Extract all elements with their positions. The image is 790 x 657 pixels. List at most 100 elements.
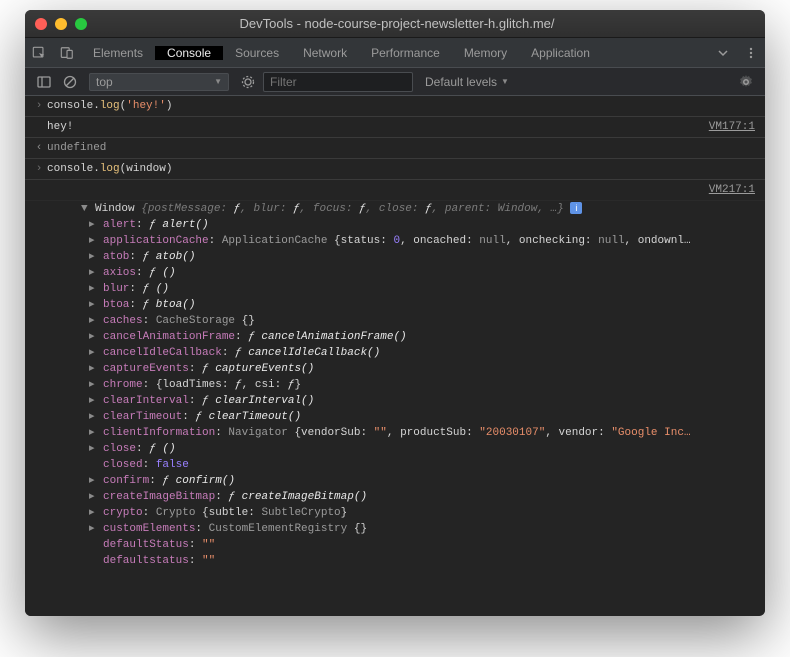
object-property-row[interactable]: ▸ applicationCache: ApplicationCache {st… [25, 233, 765, 249]
source-link[interactable]: VM217:1 [709, 182, 755, 198]
filter-input[interactable] [263, 72, 413, 92]
console-return-row: ‹ undefined [25, 138, 765, 159]
object-property-row[interactable]: closed: false [25, 457, 765, 473]
property-key: defaultStatus [103, 539, 189, 551]
disclosure-triangle-icon[interactable]: ▸ [89, 521, 99, 537]
console-settings-icon[interactable] [735, 71, 757, 93]
disclosure-triangle-icon[interactable]: ▸ [89, 217, 99, 233]
property-value: ƒ atob() [143, 251, 196, 263]
object-property-row[interactable]: ▸ customElements: CustomElementRegistry … [25, 521, 765, 537]
property-key: confirm [103, 475, 149, 487]
object-property-row[interactable]: ▸ blur: ƒ () [25, 281, 765, 297]
object-property-row[interactable]: defaultStatus: "" [25, 537, 765, 553]
live-expression-icon[interactable] [237, 71, 259, 93]
property-value: ƒ () [149, 267, 175, 279]
property-key: clearTimeout [103, 411, 182, 423]
object-property-row[interactable]: defaultstatus: "" [25, 553, 765, 569]
property-value: false [156, 459, 189, 471]
inspect-element-icon[interactable] [25, 38, 53, 67]
object-property-row[interactable]: ▸ cancelIdleCallback: ƒ cancelIdleCallba… [25, 345, 765, 361]
disclosure-triangle-icon[interactable]: ▸ [89, 473, 99, 489]
tab-network[interactable]: Network [291, 46, 359, 60]
tab-performance[interactable]: Performance [359, 46, 452, 60]
more-tabs-button[interactable] [709, 38, 737, 67]
property-key: chrome [103, 379, 143, 391]
kebab-menu-icon[interactable] [737, 38, 765, 67]
disclosure-triangle-icon[interactable]: ▸ [89, 281, 99, 297]
object-property-row[interactable]: ▸ axios: ƒ () [25, 265, 765, 281]
property-value: "" [202, 555, 215, 567]
property-key: btoa [103, 299, 129, 311]
disclosure-triangle-icon[interactable]: ▸ [89, 233, 99, 249]
object-property-row[interactable]: ▸ clearInterval: ƒ clearInterval() [25, 393, 765, 409]
disclosure-triangle-icon[interactable]: ▸ [89, 425, 99, 441]
object-property-row[interactable]: ▸ clientInformation: Navigator {vendorSu… [25, 425, 765, 441]
property-value: ƒ () [149, 443, 175, 455]
object-property-row[interactable]: ▸ close: ƒ () [25, 441, 765, 457]
disclosure-triangle-icon[interactable]: ▸ [89, 297, 99, 313]
tab-sources[interactable]: Sources [223, 46, 291, 60]
property-key: clearInterval [103, 395, 189, 407]
disclosure-triangle-icon[interactable]: ▸ [89, 265, 99, 281]
tab-console[interactable]: Console [155, 46, 223, 60]
object-property-row[interactable]: ▸ caches: CacheStorage {} [25, 313, 765, 329]
property-value: ƒ cancelIdleCallback() [235, 347, 380, 359]
property-key: clientInformation [103, 427, 215, 439]
object-property-row[interactable]: ▸ confirm: ƒ confirm() [25, 473, 765, 489]
disclosure-triangle-icon[interactable]: ▸ [89, 393, 99, 409]
object-property-row[interactable]: ▸ chrome: {loadTimes: ƒ, csi: ƒ} [25, 377, 765, 393]
property-value: ƒ clearInterval() [202, 395, 314, 407]
object-property-row[interactable]: ▸ captureEvents: ƒ captureEvents() [25, 361, 765, 377]
console-output: › console.log('hey!') hey! VM177:1 ‹ und… [25, 96, 765, 616]
disclosure-triangle-open-icon[interactable]: ▼ [81, 201, 91, 217]
clear-console-icon[interactable] [59, 71, 81, 93]
source-link[interactable]: VM177:1 [709, 119, 755, 135]
property-value: ƒ captureEvents() [202, 363, 314, 375]
disclosure-triangle-icon[interactable]: ▸ [89, 409, 99, 425]
device-toolbar-icon[interactable] [53, 38, 81, 67]
minimize-window-button[interactable] [55, 18, 67, 30]
object-property-row[interactable]: ▸ alert: ƒ alert() [25, 217, 765, 233]
object-property-row[interactable]: ▸ btoa: ƒ btoa() [25, 297, 765, 313]
log-levels-dropdown[interactable]: Default levels ▼ [425, 75, 509, 89]
property-key: customElements [103, 523, 195, 535]
console-input-row[interactable]: › console.log(window) [25, 159, 765, 180]
close-window-button[interactable] [35, 18, 47, 30]
property-value: {loadTimes: ƒ, csi: ƒ} [156, 379, 301, 391]
disclosure-triangle-icon[interactable]: ▸ [89, 441, 99, 457]
execution-context-selector[interactable]: top ▼ [89, 73, 229, 91]
disclosure-triangle-icon[interactable]: ▸ [89, 329, 99, 345]
property-value: ƒ btoa() [143, 299, 196, 311]
property-key: cancelAnimationFrame [103, 331, 235, 343]
property-value: ƒ createImageBitmap() [228, 491, 367, 503]
tab-elements[interactable]: Elements [81, 46, 155, 60]
disclosure-triangle-icon[interactable]: ▸ [89, 377, 99, 393]
object-property-row[interactable]: ▸ crypto: Crypto {subtle: SubtleCrypto} [25, 505, 765, 521]
object-property-row[interactable]: ▸ createImageBitmap: ƒ createImageBitmap… [25, 489, 765, 505]
property-key: cancelIdleCallback [103, 347, 222, 359]
console-input-row[interactable]: › console.log('hey!') [25, 96, 765, 117]
object-header-row[interactable]: ▼ Window {postMessage: ƒ, blur: ƒ, focus… [25, 201, 765, 217]
titlebar: DevTools - node-course-project-newslette… [25, 10, 765, 38]
tab-memory[interactable]: Memory [452, 46, 519, 60]
disclosure-triangle-icon[interactable]: ▸ [89, 249, 99, 265]
property-value: ƒ alert() [149, 219, 208, 231]
object-property-row[interactable]: ▸ clearTimeout: ƒ clearTimeout() [25, 409, 765, 425]
maximize-window-button[interactable] [75, 18, 87, 30]
traffic-lights [35, 18, 87, 30]
disclosure-triangle-icon[interactable]: ▸ [89, 345, 99, 361]
property-key: axios [103, 267, 136, 279]
chevron-down-icon: ▼ [501, 77, 509, 86]
disclosure-triangle-icon[interactable]: ▸ [89, 361, 99, 377]
toggle-console-sidebar-icon[interactable] [33, 71, 55, 93]
property-key: blur [103, 283, 129, 295]
object-property-row[interactable]: ▸ cancelAnimationFrame: ƒ cancelAnimatio… [25, 329, 765, 345]
property-value: Crypto {subtle: SubtleCrypto} [156, 507, 347, 519]
disclosure-triangle-icon[interactable]: ▸ [89, 505, 99, 521]
disclosure-triangle-icon[interactable]: ▸ [89, 313, 99, 329]
return-marker-icon: ‹ [31, 140, 47, 156]
disclosure-triangle-icon[interactable]: ▸ [89, 489, 99, 505]
object-property-row[interactable]: ▸ atob: ƒ atob() [25, 249, 765, 265]
tab-application[interactable]: Application [519, 46, 602, 60]
property-value: ƒ confirm() [162, 475, 235, 487]
